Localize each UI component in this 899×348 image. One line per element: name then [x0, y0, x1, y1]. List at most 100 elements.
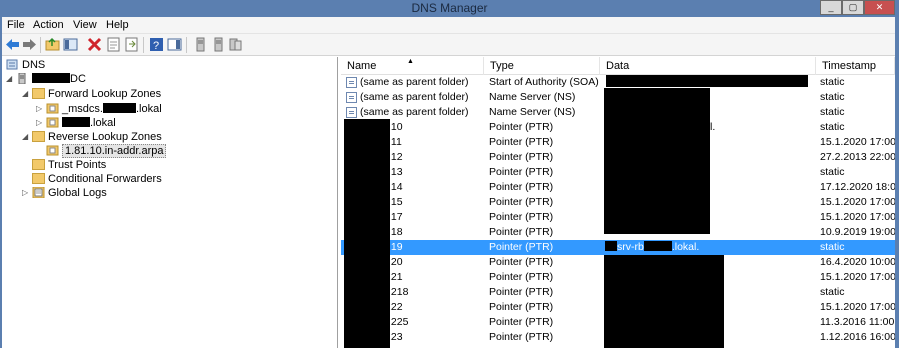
window-frame-right — [895, 17, 899, 348]
zone-msdcs-prefix: _msdcs. — [62, 103, 103, 115]
redacted-block — [604, 88, 710, 234]
cell-type: Name Server (NS) — [489, 91, 576, 103]
toolbar: ? — [2, 34, 895, 56]
zone-icon — [46, 145, 59, 156]
menu-file[interactable]: File — [7, 19, 25, 31]
tree-label-reverse-lookup-zones: Reverse Lookup Zones — [48, 131, 162, 143]
cell-timestamp: static — [820, 106, 845, 118]
redacted-block — [344, 119, 390, 348]
tree-label-zone-msdcs: _msdcs. .lokal — [62, 102, 162, 116]
tree-node-zone-lokal[interactable]: ▷ .lokal — [36, 116, 276, 130]
server-icon-2[interactable] — [211, 37, 226, 52]
cell-type: Pointer (PTR) — [489, 196, 554, 208]
tree-label-global-logs: Global Logs — [48, 187, 107, 199]
close-button[interactable]: ✕ — [864, 0, 895, 15]
collapse-icon[interactable]: ◢ — [22, 89, 30, 98]
tree-node-reverse-lookup-zones[interactable]: ◢ Reverse Lookup Zones — [22, 130, 242, 144]
cell-timestamp: 15.1.2020 17:00:00 — [820, 211, 895, 223]
menu-action[interactable]: Action — [33, 19, 64, 31]
cell-type: Start of Authority (SOA) — [489, 76, 599, 88]
tree-node-server[interactable]: ◢ DC — [6, 72, 206, 86]
cell-name: (same as parent folder) — [360, 106, 469, 118]
column-header-name[interactable]: Name ▲ — [341, 57, 484, 75]
server-icon-3[interactable] — [228, 37, 243, 52]
expand-icon[interactable]: ▷ — [36, 104, 44, 113]
tree-label-forward-lookup-zones: Forward Lookup Zones — [48, 88, 162, 100]
redacted-block — [604, 255, 724, 348]
redacted-block — [32, 73, 70, 83]
up-folder-icon[interactable] — [45, 37, 60, 52]
tree-label-server: DC — [32, 72, 86, 86]
column-label-name: Name — [347, 60, 377, 72]
cell-type: Pointer (PTR) — [489, 181, 554, 193]
record-list: Name ▲ Type Data Timestamp (same as pare… — [341, 57, 895, 348]
cell-timestamp: static — [820, 76, 845, 88]
cell-name: .13 — [388, 166, 403, 178]
cell-timestamp: 10.9.2019 19:00:00 — [820, 226, 895, 238]
cell-timestamp: 15.1.2020 17:00:00 — [820, 301, 895, 313]
table-row[interactable]: .19 Pointer (PTR) srv-rb .lokal. static — [341, 240, 895, 255]
tree-label-conditional-forwarders: Conditional Forwarders — [48, 173, 162, 185]
column-header-type[interactable]: Type — [484, 57, 600, 75]
back-icon[interactable] — [5, 37, 20, 52]
cell-data-suffix: .lokal. — [671, 241, 700, 253]
redacted-block — [643, 241, 672, 251]
cell-timestamp: static — [820, 91, 845, 103]
cell-timestamp: 15.1.2020 17:00:00 — [820, 271, 895, 283]
log-icon — [32, 187, 45, 198]
tree-node-dns[interactable]: DNS — [6, 58, 206, 72]
maximize-button[interactable]: ▢ — [842, 0, 864, 15]
tree-node-forward-lookup-zones[interactable]: ◢ Forward Lookup Zones — [22, 87, 242, 101]
tree-node-zone-msdcs[interactable]: ▷ _msdcs. .lokal — [36, 102, 276, 116]
collapse-icon[interactable]: ◢ — [6, 74, 14, 83]
toolbar-separator — [143, 37, 144, 53]
cell-data: srv-rb .lokal. — [605, 240, 815, 255]
cell-timestamp: 17.12.2020 18:00:00 — [820, 181, 895, 193]
show-hide-console-tree-icon[interactable] — [63, 37, 78, 52]
dns-icon — [6, 59, 18, 70]
cell-type: Pointer (PTR) — [489, 271, 554, 283]
tree-node-global-logs[interactable]: ▷ Global Logs — [22, 186, 242, 200]
cell-name: .10 — [388, 121, 403, 133]
cell-type: Pointer (PTR) — [489, 151, 554, 163]
server-icon[interactable] — [193, 37, 208, 52]
expand-icon[interactable]: ▷ — [22, 188, 30, 197]
cell-name: (same as parent folder) — [360, 76, 469, 88]
folder-icon — [32, 159, 45, 170]
title-bar: DNS Manager _ ▢ ✕ — [0, 0, 899, 17]
cell-name: .12 — [388, 151, 403, 163]
column-header-data[interactable]: Data — [600, 57, 816, 75]
cell-name: .218 — [388, 286, 409, 298]
delete-icon[interactable] — [87, 37, 102, 52]
cell-type: Name Server (NS) — [489, 106, 576, 118]
redacted-block — [605, 241, 617, 251]
collapse-icon[interactable]: ◢ — [22, 132, 30, 141]
cell-timestamp: static — [820, 166, 845, 178]
zone-lokal-suffix: .lokal — [90, 117, 116, 129]
tree-node-trust-points[interactable]: Trust Points — [22, 158, 242, 172]
record-icon — [346, 92, 357, 103]
tree-node-conditional-forwarders[interactable]: Conditional Forwarders — [22, 172, 242, 186]
cell-type: Pointer (PTR) — [489, 286, 554, 298]
cell-timestamp: static — [820, 121, 845, 133]
cell-timestamp: 15.1.2020 17:00:00 — [820, 196, 895, 208]
action-pane-icon[interactable] — [167, 37, 182, 52]
properties-icon[interactable] — [106, 37, 121, 52]
expand-icon[interactable]: ▷ — [36, 118, 44, 127]
menu-view[interactable]: View — [73, 19, 97, 31]
cell-name: .19 — [388, 241, 403, 253]
menu-help[interactable]: Help — [106, 19, 129, 31]
cell-name: .20 — [388, 256, 403, 268]
tree-label-trust-points: Trust Points — [48, 159, 107, 171]
forward-icon[interactable] — [22, 37, 37, 52]
help-icon[interactable]: ? — [149, 37, 164, 52]
list-header: Name ▲ Type Data Timestamp — [341, 57, 895, 75]
cell-type: Pointer (PTR) — [489, 301, 554, 313]
column-header-timestamp[interactable]: Timestamp — [816, 57, 895, 75]
minimize-button[interactable]: _ — [820, 0, 842, 15]
cell-type: Pointer (PTR) — [489, 241, 554, 253]
cell-timestamp: 16.4.2020 10:00:00 — [820, 256, 895, 268]
tree-node-reverse-zone[interactable]: 1.81.10.in-addr.arpa — [36, 144, 276, 158]
sort-ascending-icon: ▲ — [407, 58, 414, 65]
export-list-icon[interactable] — [124, 37, 139, 52]
